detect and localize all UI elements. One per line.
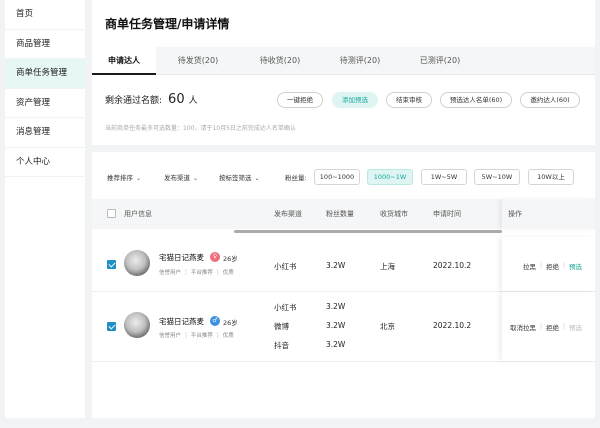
fans-range-100-1000[interactable]: 100~1000 (314, 169, 360, 185)
sidebar-item-assets[interactable]: 资产管理 (5, 89, 85, 118)
tab-to-ship[interactable]: 待发货(20) (156, 47, 240, 75)
avatar (124, 250, 150, 276)
quota: 剩余通过名额: 60 人 (105, 92, 198, 107)
unblock-link[interactable]: 取消拉黑 (510, 322, 536, 332)
fans-cell: 3.2W (326, 340, 346, 349)
tag-recommended: 平台推荐 (190, 333, 213, 339)
horizontal-scrollbar[interactable] (234, 230, 502, 233)
col-user: 用户信息 (124, 210, 152, 218)
channel-cell: 微博 (274, 322, 289, 331)
table-row: 宅猫日记燕麦 ♀ 26岁 信誉用户 | 平台推荐 | 优质 小红书 3.2W 上… (92, 237, 595, 292)
sidebar-item-home[interactable]: 首页 (5, 0, 85, 30)
user-name: 宅猫日记燕麦 (159, 253, 204, 262)
block-link[interactable]: 拉黑 (523, 261, 536, 271)
quota-unit: 人 (188, 96, 198, 106)
channel-cell: 小红书 (274, 262, 297, 271)
main-card: 推荐排序 ⌄ 发布渠道 ⌄ 按标签筛选 ⌄ 粉丝量: 100~1000 1000~1W… (92, 152, 595, 418)
table-header: 用户信息 发布渠道 粉丝数量 收货城市 申请时间 操作 (92, 199, 595, 229)
table-row: 宅猫日记燕麦 ♂ 26岁 信誉用户 | 平台推荐 | 优质 小红书 微博 抖音 … (92, 292, 595, 362)
male-icon: ♂ (210, 316, 220, 326)
preselect-link[interactable]: 预选 (569, 322, 582, 332)
col-time: 申请时间 (433, 210, 461, 218)
sidebar-item-messages[interactable]: 消息管理 (5, 118, 85, 148)
separator: | (563, 322, 566, 330)
fans-cell: 3.2W (326, 321, 346, 330)
tab-bar: 申请达人 待发货(20) 待收货(20) 待测评(20) 已测评(20) (92, 47, 595, 75)
chevron-down-icon: ⌄ (193, 175, 199, 182)
tag-credit: 信誉用户 (159, 270, 182, 276)
ops-cell: 取消拉黑 | 拒绝 | 预选 (502, 292, 595, 361)
channel-cell: 抖音 (274, 341, 289, 350)
tag-quality: 优质 (222, 270, 234, 276)
preselect-link[interactable]: 预选 (569, 261, 582, 271)
reject-link[interactable]: 拒绝 (546, 322, 559, 332)
invite-button[interactable]: 邀约达人(60) (520, 92, 580, 108)
channel-dropdown[interactable]: 发布渠道 ⌄ (164, 172, 198, 182)
tag-quality: 优质 (222, 333, 234, 339)
chevron-down-icon: ⌄ (136, 175, 142, 182)
col-fans: 粉丝数量 (326, 210, 354, 218)
header-card: 商单任务管理/申请详情 申请达人 待发货(20) 待收货(20) 待测评(20)… (92, 0, 595, 145)
sidebar-item-orders[interactable]: 商单任务管理 (5, 59, 85, 89)
hint-text: 当前商单任务最多可选数量：100，请于10月5日之前完成达人名单确认 (105, 125, 296, 132)
user-tags: 信誉用户 | 平台推荐 | 优质 (159, 268, 234, 276)
sort-dropdown[interactable]: 推荐排序 ⌄ (107, 172, 141, 182)
time-cell: 2022.10.2 (433, 321, 472, 330)
col-channel: 发布渠道 (274, 210, 302, 218)
preselect-list-button[interactable]: 预选达人名单(60) (440, 92, 512, 108)
tab-to-receive[interactable]: 待收货(20) (240, 47, 320, 75)
reject-all-button[interactable]: 一键拒绝 (277, 92, 323, 108)
end-review-button[interactable]: 结束审核 (386, 92, 432, 108)
sidebar: 首页 商品管理 商单任务管理 资产管理 消息管理 个人中心 (5, 0, 85, 418)
fans-filter-label: 粉丝量: (285, 174, 307, 182)
col-ops: 操作 (508, 210, 522, 218)
ops-cell: 拉黑 | 拒绝 | 预选 (502, 237, 595, 291)
fans-cell: 3.2W (326, 302, 346, 311)
channel-cell: 小红书 (274, 303, 297, 312)
user-tags: 信誉用户 | 平台推荐 | 优质 (159, 331, 234, 339)
chevron-down-icon: ⌄ (254, 175, 260, 182)
select-all-checkbox[interactable] (107, 209, 116, 218)
user-age: 26岁 (223, 255, 238, 263)
separator: | (563, 261, 566, 269)
col-city: 收货城市 (380, 210, 408, 218)
tab-reviewed[interactable]: 已测评(20) (400, 47, 480, 75)
time-cell: 2022.10.2 (433, 261, 472, 270)
user-age: 26岁 (223, 319, 238, 327)
row-checkbox[interactable] (107, 260, 116, 269)
fans-range-5w-10w[interactable]: 5W~10W (474, 169, 520, 185)
add-preselect-button[interactable]: 添加预选 (332, 92, 378, 108)
sort-label: 推荐排序 (107, 174, 133, 182)
tag-dropdown[interactable]: 按标签筛选 ⌄ (219, 172, 260, 182)
tag-credit: 信誉用户 (159, 333, 182, 339)
avatar (124, 312, 150, 338)
user-name: 宅猫日记燕麦 (159, 317, 204, 326)
row-checkbox[interactable] (107, 322, 116, 331)
reject-link[interactable]: 拒绝 (546, 261, 559, 271)
sidebar-item-products[interactable]: 商品管理 (5, 30, 85, 59)
city-cell: 北京 (380, 322, 395, 331)
quota-value: 60 (168, 92, 185, 107)
fans-cell: 3.2W (326, 261, 346, 270)
tab-apply[interactable]: 申请达人 (92, 47, 156, 75)
tab-to-review[interactable]: 待测评(20) (320, 47, 400, 75)
tag-label: 按标签筛选 (219, 174, 252, 182)
channel-label: 发布渠道 (164, 174, 190, 182)
fans-range-1w-5w[interactable]: 1W~5W (421, 169, 467, 185)
city-cell: 上海 (380, 262, 395, 271)
separator: | (540, 261, 543, 269)
sidebar-item-profile[interactable]: 个人中心 (5, 148, 85, 177)
quota-label: 剩余通过名额: (105, 96, 163, 106)
separator: | (540, 322, 543, 330)
tag-recommended: 平台推荐 (190, 270, 213, 276)
fans-range-1000-1w[interactable]: 1000~1W (367, 169, 413, 185)
fans-range-10w-plus[interactable]: 10W以上 (528, 169, 574, 185)
page-title: 商单任务管理/申请详情 (105, 17, 230, 31)
col-ops-header: 操作 (502, 199, 595, 229)
female-icon: ♀ (210, 252, 220, 262)
